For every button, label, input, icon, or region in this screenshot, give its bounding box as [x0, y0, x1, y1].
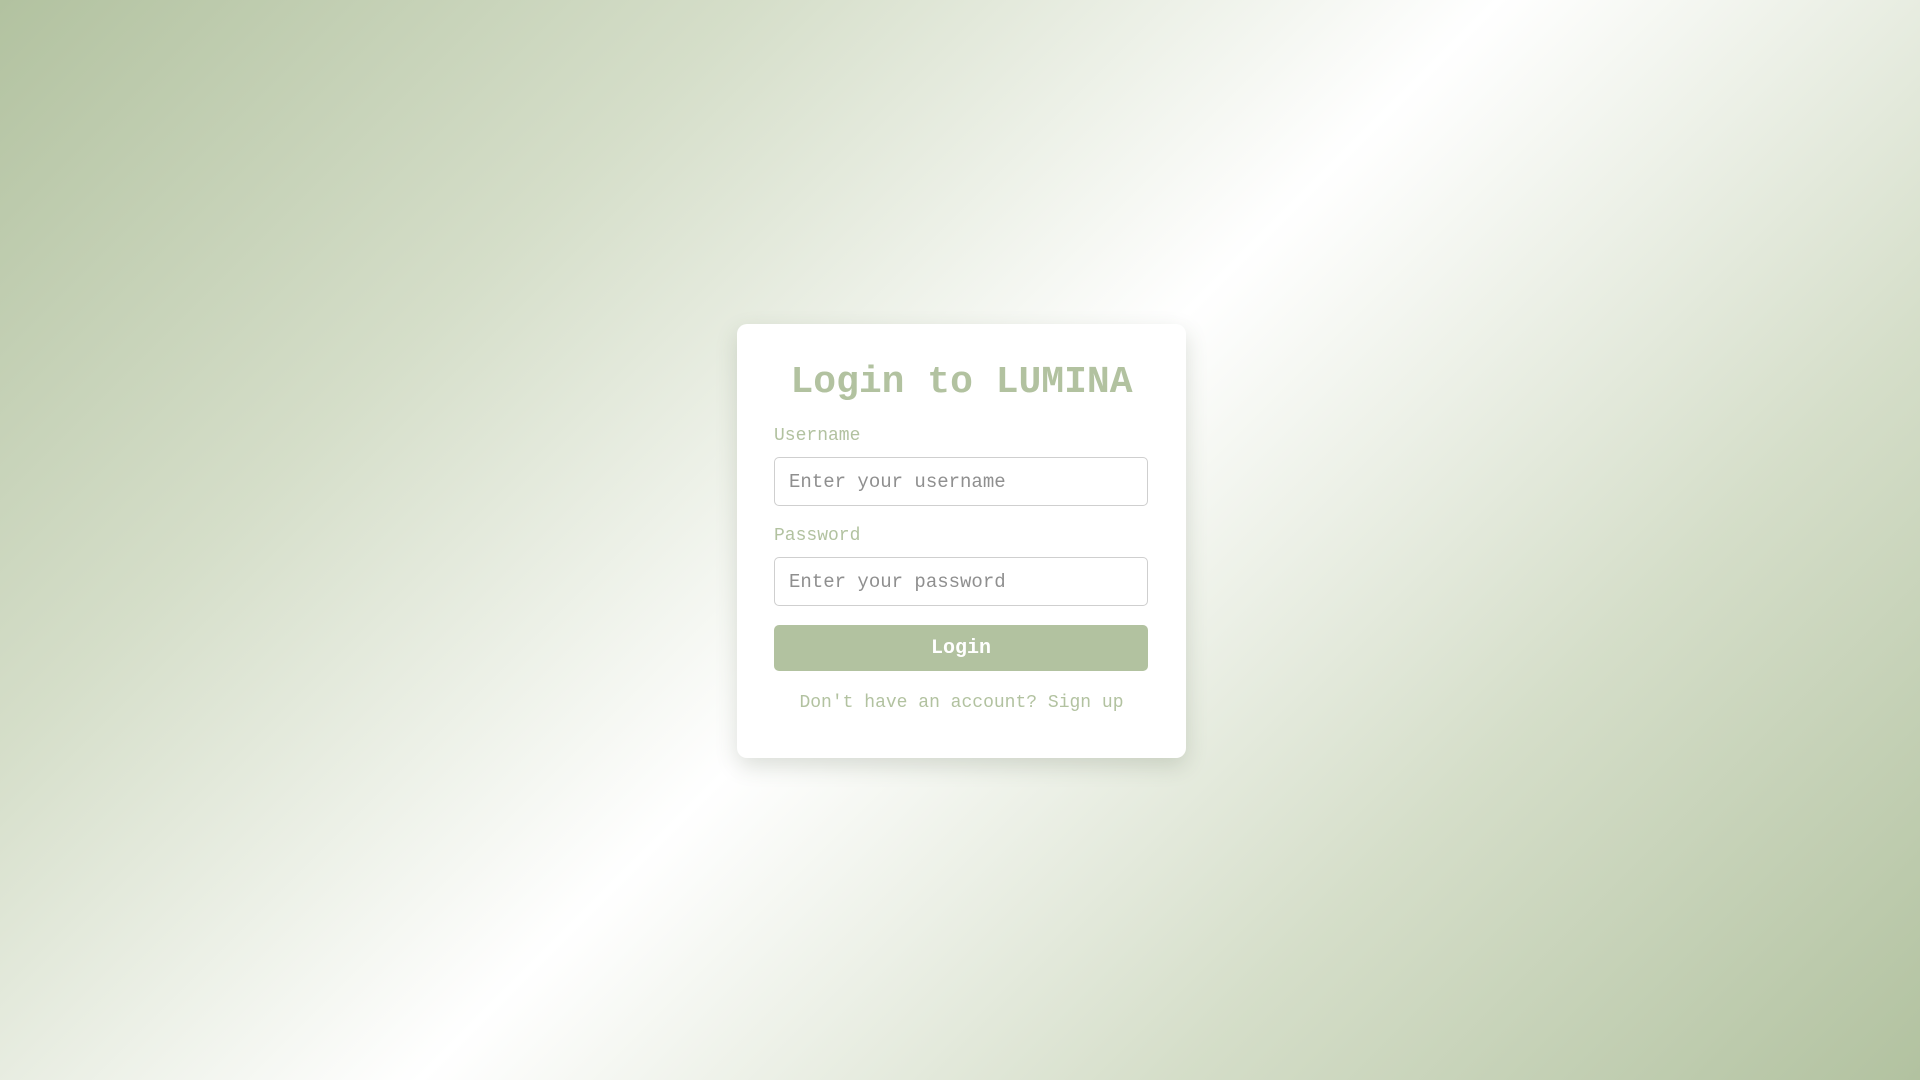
password-input[interactable]	[774, 557, 1148, 606]
password-label: Password	[774, 526, 861, 546]
signup-prompt-line: Don't have an account? Sign up	[774, 693, 1149, 713]
username-input[interactable]	[774, 457, 1148, 506]
signup-prompt-text: Don't have an account?	[799, 693, 1038, 713]
login-card: Login to LUMINA Username Password Login …	[737, 324, 1186, 758]
login-button[interactable]: Login	[774, 625, 1148, 671]
signup-link[interactable]: Sign up	[1048, 693, 1124, 713]
login-title: Login to LUMINA	[790, 361, 1133, 404]
username-label: Username	[774, 426, 861, 446]
